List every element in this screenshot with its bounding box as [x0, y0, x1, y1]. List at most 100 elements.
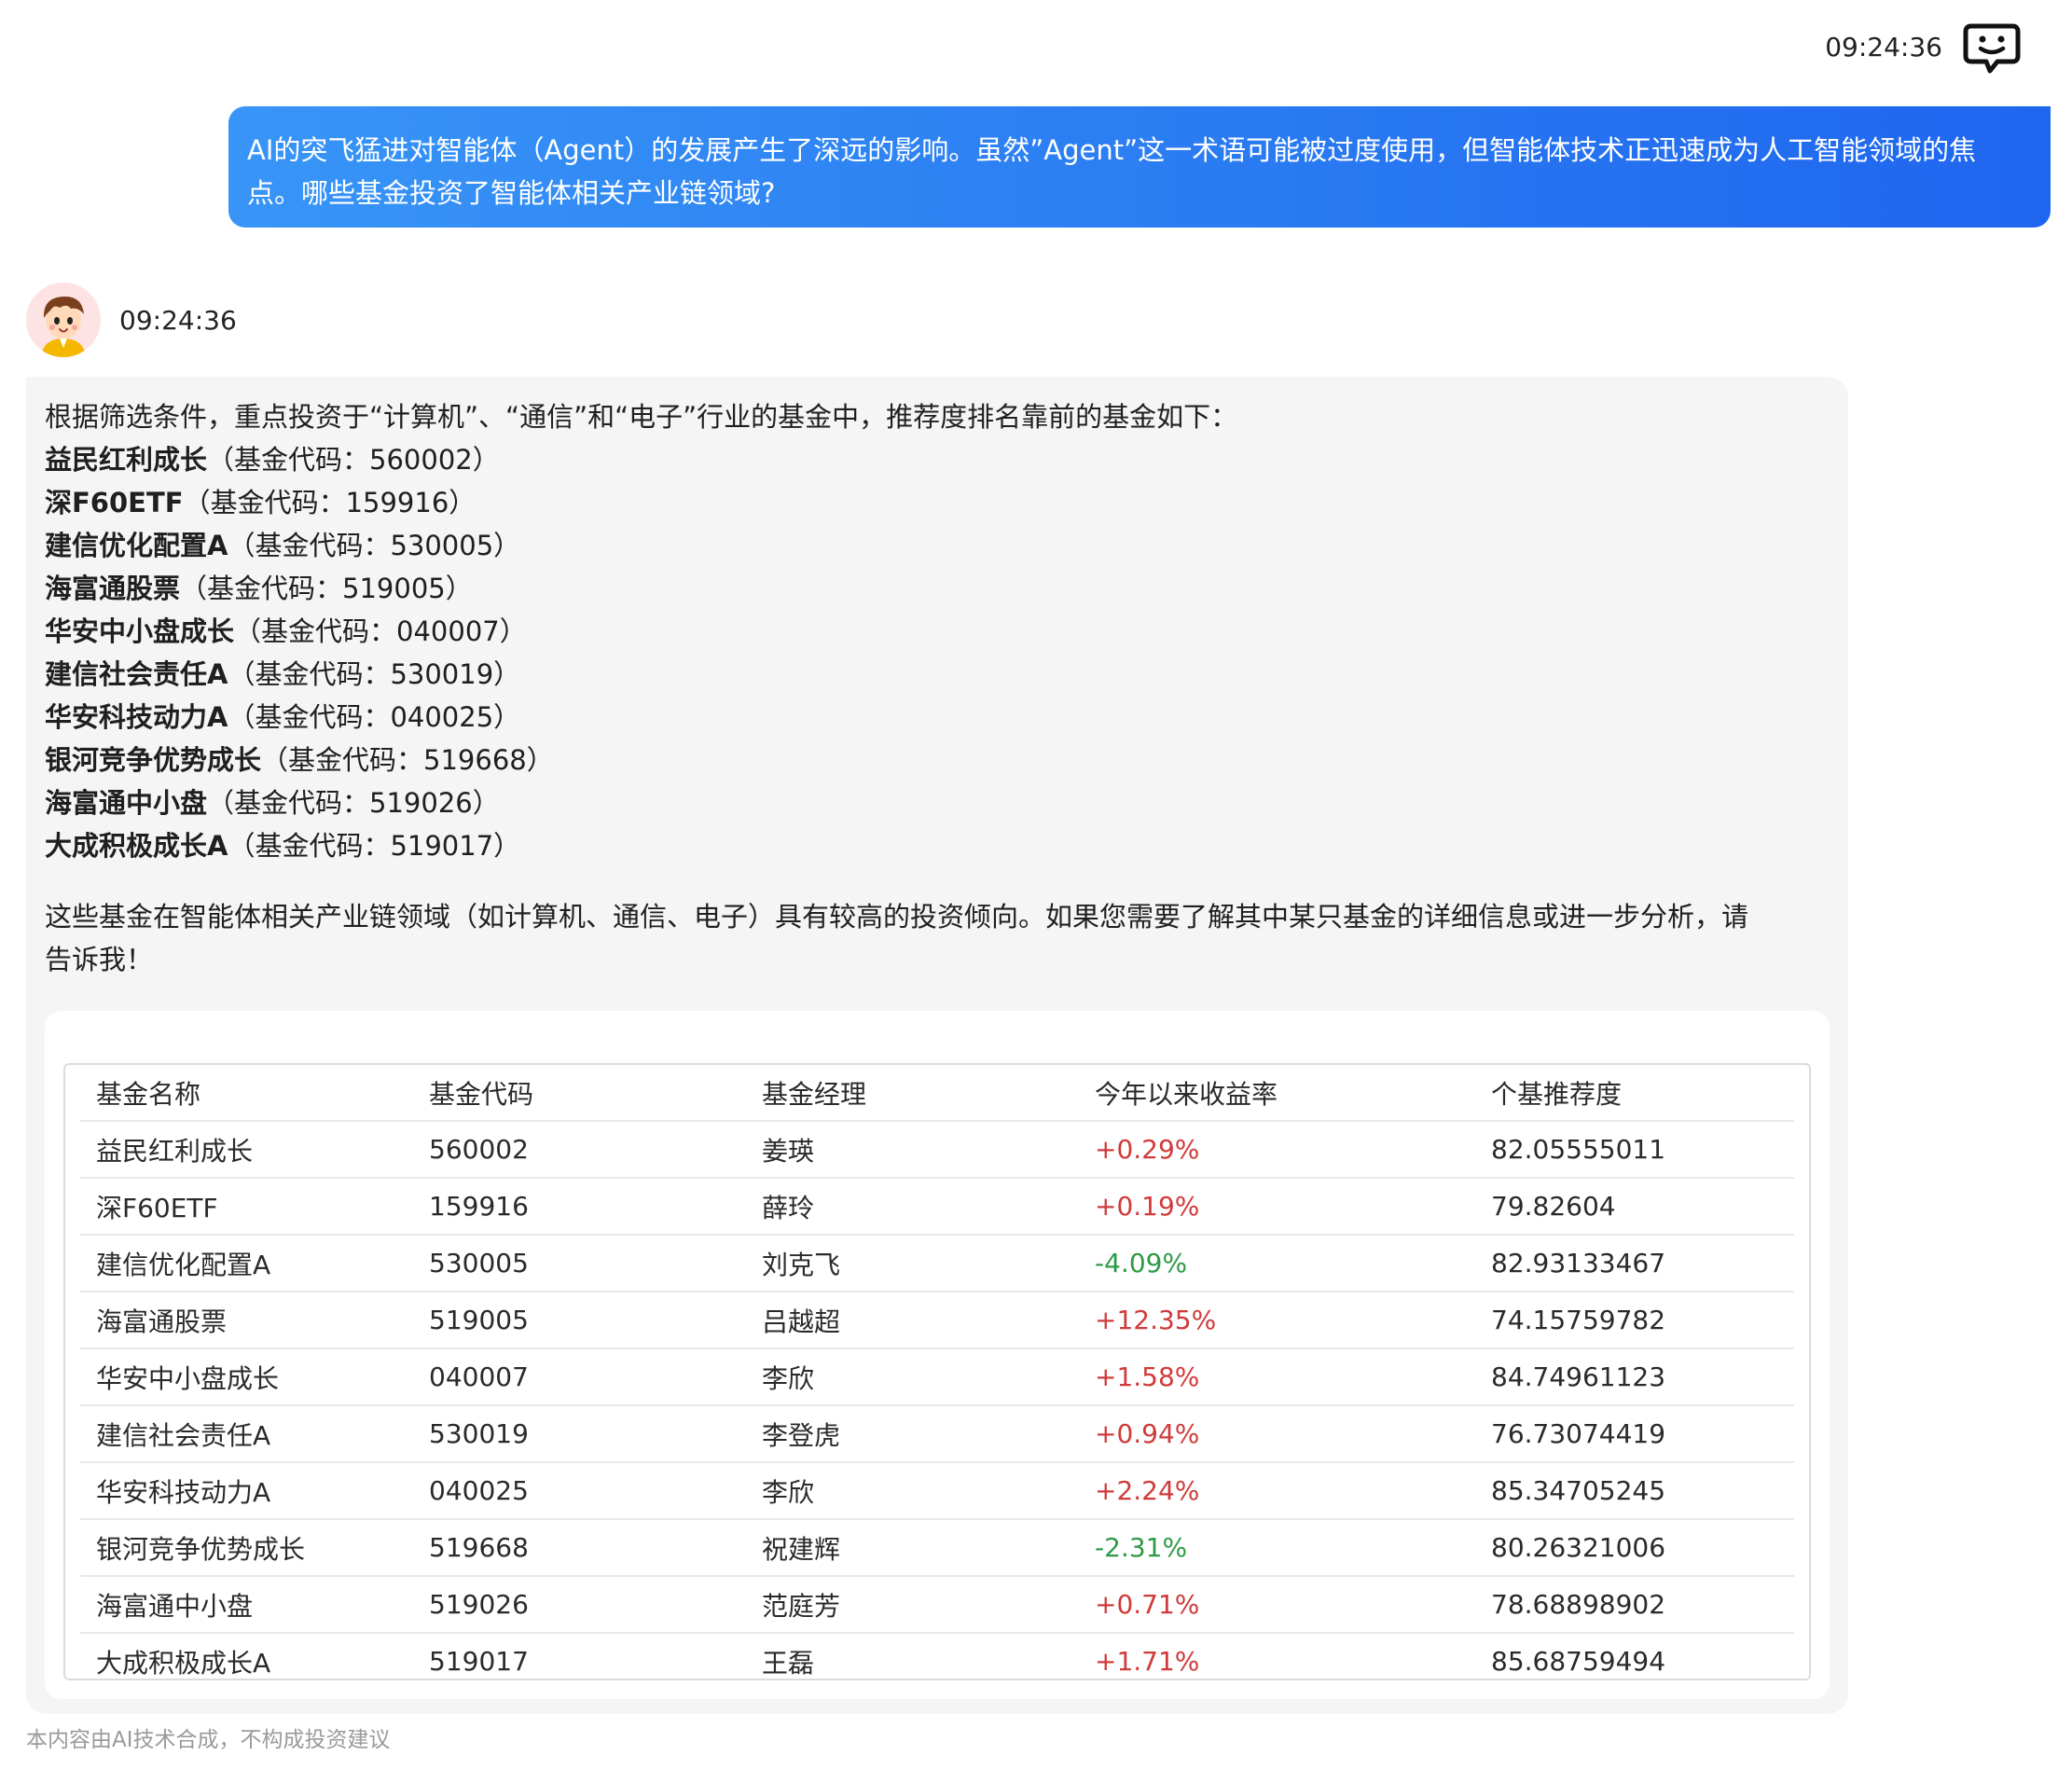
- cell-ytd-return: +1.71%: [1095, 1646, 1200, 1677]
- cell-fund-manager: 姜瑛: [746, 1121, 1079, 1179]
- cell-recommendation: 84.74961123: [1475, 1348, 1794, 1406]
- user-message-bubble: AI的突飞猛进对智能体（Agent）的发展产生了深远的影响。虽然”Agent”这…: [228, 106, 2051, 228]
- cell-fund-name: 大成积极成长A: [96, 1647, 271, 1679]
- cell-ytd-return: -2.31%: [1079, 1519, 1475, 1577]
- fund-code-text: （基金代码：530019）: [228, 658, 521, 690]
- cell-ytd-return: +0.71%: [1079, 1576, 1475, 1634]
- cell-fund-name: 华安中小盘成长: [80, 1348, 413, 1406]
- cell-fund-manager: 王磊: [762, 1647, 815, 1679]
- fund-code-text: （基金代码：519017）: [228, 830, 521, 862]
- list-item: 银河竞争优势成长（基金代码：519668）: [45, 739, 1830, 781]
- fund-name: 华安科技动力A: [45, 701, 228, 733]
- cell-ytd-return: +0.29%: [1079, 1121, 1475, 1179]
- fund-table-card: 基金名称 基金代码 基金经理 今年以来收益率 个基推荐度 益民红利成长 5600…: [45, 1011, 1830, 1699]
- bot-message-bubble: 根据筛选条件，重点投资于“计算机”、“通信”和“电子”行业的基金中，推荐度排名靠…: [26, 377, 1848, 1714]
- fund-list: 益民红利成长（基金代码：560002） 深F60ETF（基金代码：159916）…: [45, 438, 1830, 867]
- cell-fund-name: 益民红利成长: [80, 1121, 413, 1179]
- cell-fund-name: 建信社会责任A: [80, 1405, 413, 1463]
- cell-fund-code: 530019: [413, 1405, 746, 1463]
- column-header-fund-name: 基金名称: [80, 1065, 413, 1122]
- fund-name: 建信社会责任A: [45, 658, 228, 690]
- list-item: 深F60ETF（基金代码：159916）: [45, 481, 1830, 524]
- cell-ytd-return: +0.19%: [1079, 1178, 1475, 1236]
- cell-fund-code: 530005: [413, 1235, 746, 1292]
- table-row: 华安中小盘成长 040007 李欣 +1.58% 84.74961123: [80, 1348, 1794, 1406]
- cell-recommendation: 78.68898902: [1475, 1576, 1794, 1634]
- cell-ytd-return: +0.94%: [1079, 1405, 1475, 1463]
- list-item: 建信社会责任A（基金代码：530019）: [45, 653, 1830, 696]
- table-row: 建信社会责任A 530019 李登虎 +0.94% 76.73074419: [80, 1405, 1794, 1463]
- cell-ytd-return: -4.09%: [1079, 1235, 1475, 1292]
- cell-fund-code: 040007: [413, 1348, 746, 1406]
- cell-fund-manager: 薛玲: [746, 1178, 1079, 1236]
- fund-code-text: （基金代码：159916）: [183, 487, 477, 518]
- cell-fund-manager: 刘克飞: [746, 1235, 1079, 1292]
- list-item: 华安科技动力A（基金代码：040025）: [45, 696, 1830, 739]
- cell-recommendation: 79.82604: [1475, 1178, 1794, 1236]
- ai-disclaimer: 本内容由AI技术合成，不构成投资建议: [26, 1728, 391, 1752]
- bot-summary-text: 这些基金在智能体相关产业链领域（如计算机、通信、电子）具有较高的投资倾向。如果您…: [45, 895, 1830, 981]
- cell-fund-code: 519668: [413, 1519, 746, 1577]
- cell-fund-name: 深F60ETF: [80, 1178, 413, 1236]
- cell-ytd-return: +12.35%: [1079, 1292, 1475, 1349]
- bot-message-timestamp: 09:24:36: [119, 305, 237, 336]
- cell-fund-name: 华安科技动力A: [80, 1462, 413, 1520]
- table-row: 华安科技动力A 040025 李欣 +2.24% 85.34705245: [80, 1462, 1794, 1520]
- cell-recommendation: 85.34705245: [1475, 1462, 1794, 1520]
- summary-line-1: 这些基金在智能体相关产业链领域（如计算机、通信、电子）具有较高的投资倾向。如果您…: [45, 901, 1749, 933]
- cell-fund-code: 560002: [413, 1121, 746, 1179]
- list-item: 华安中小盘成长（基金代码：040007）: [45, 610, 1830, 653]
- fund-name: 益民红利成长: [45, 444, 208, 476]
- user-message-timestamp: 09:24:36: [1825, 32, 1942, 62]
- fund-code-text: （基金代码：040007）: [234, 615, 527, 647]
- fund-name: 华安中小盘成长: [45, 615, 235, 647]
- table-row: 海富通中小盘 519026 范庭芳 +0.71% 78.68898902: [80, 1576, 1794, 1634]
- user-message-line-1: AI的突飞猛进对智能体（Agent）的发展产生了深远的影响。虽然”Agent”这…: [247, 134, 1977, 166]
- cell-fund-code: 040025: [413, 1462, 746, 1520]
- fund-code-text: （基金代码：519668）: [261, 744, 554, 776]
- cell-fund-manager: 李欣: [746, 1462, 1079, 1520]
- table-row: 建信优化配置A 530005 刘克飞 -4.09% 82.93133467: [80, 1235, 1794, 1292]
- cell-ytd-return: +2.24%: [1079, 1462, 1475, 1520]
- column-header-recommendation: 个基推荐度: [1475, 1065, 1794, 1122]
- fund-code-text: （基金代码：519026）: [207, 787, 500, 819]
- fund-name: 大成积极成长A: [45, 830, 228, 862]
- cell-fund-manager: 吕越超: [746, 1292, 1079, 1349]
- cell-fund-manager: 李登虎: [746, 1405, 1079, 1463]
- cell-fund-manager: 李欣: [746, 1348, 1079, 1406]
- cell-recommendation: 80.26321006: [1475, 1519, 1794, 1577]
- list-item: 建信优化配置A（基金代码：530005）: [45, 524, 1830, 567]
- cell-fund-code: 159916: [413, 1178, 746, 1236]
- fund-table: 基金名称 基金代码 基金经理 今年以来收益率 个基推荐度 益民红利成长 5600…: [80, 1065, 1794, 1689]
- table-row: 大成积极成长A 519017 王磊 +1.71% 85.68759494: [80, 1633, 1794, 1689]
- cell-fund-code: 519005: [413, 1292, 746, 1349]
- cell-fund-name: 银河竞争优势成长: [80, 1519, 413, 1577]
- cell-fund-name: 海富通中小盘: [80, 1576, 413, 1634]
- bot-intro-text: 根据筛选条件，重点投资于“计算机”、“通信”和“电子”行业的基金中，推荐度排名靠…: [45, 401, 1238, 433]
- fund-code-text: （基金代码：530005）: [228, 530, 521, 561]
- list-item: 益民红利成长（基金代码：560002）: [45, 438, 1830, 481]
- list-item: 海富通股票（基金代码：519005）: [45, 567, 1830, 610]
- table-header-row: 基金名称 基金代码 基金经理 今年以来收益率 个基推荐度: [80, 1065, 1794, 1122]
- table-row: 益民红利成长 560002 姜瑛 +0.29% 82.05555011: [80, 1121, 1794, 1179]
- cell-fund-name: 建信优化配置A: [80, 1235, 413, 1292]
- fund-name: 海富通中小盘: [45, 787, 208, 819]
- fund-table-frame: 基金名称 基金代码 基金经理 今年以来收益率 个基推荐度 益民红利成长 5600…: [63, 1063, 1811, 1680]
- fund-name: 建信优化配置A: [45, 530, 228, 561]
- cell-recommendation: 76.73074419: [1475, 1405, 1794, 1463]
- cell-fund-code: 519026: [413, 1576, 746, 1634]
- cell-recommendation: 85.68759494: [1491, 1646, 1666, 1677]
- list-item: 海富通中小盘（基金代码：519026）: [45, 781, 1830, 824]
- table-row: 海富通股票 519005 吕越超 +12.35% 74.15759782: [80, 1292, 1794, 1349]
- fund-code-text: （基金代码：519005）: [180, 573, 473, 604]
- column-header-ytd-return: 今年以来收益率: [1079, 1065, 1475, 1122]
- cell-fund-manager: 祝建辉: [746, 1519, 1079, 1577]
- cell-fund-code: 519017: [429, 1646, 529, 1677]
- cell-ytd-return: +1.58%: [1079, 1348, 1475, 1406]
- cell-fund-name: 海富通股票: [80, 1292, 413, 1349]
- cell-fund-manager: 范庭芳: [746, 1576, 1079, 1634]
- cell-recommendation: 74.15759782: [1475, 1292, 1794, 1349]
- fund-name: 银河竞争优势成长: [45, 744, 262, 776]
- table-row: 银河竞争优势成长 519668 祝建辉 -2.31% 80.26321006: [80, 1519, 1794, 1577]
- chat-bubble-smile-icon: [1962, 19, 2022, 78]
